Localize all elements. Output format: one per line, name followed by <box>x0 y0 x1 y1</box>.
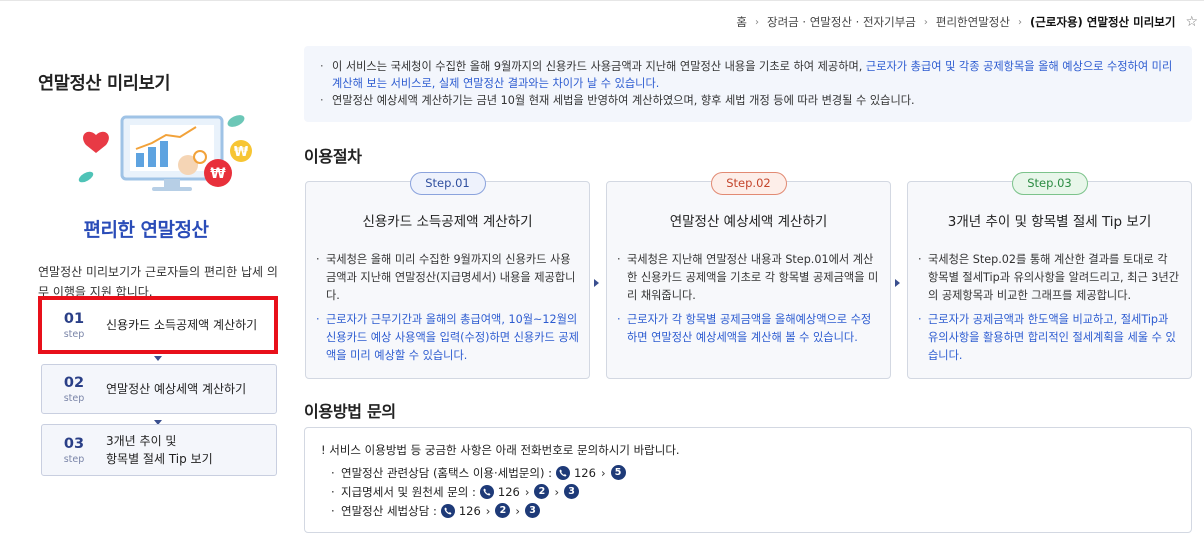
step-02-button[interactable]: 02 step 연말정산 예상세액 계산하기 <box>41 364 277 414</box>
contact-label: 연말정산 관련상담 (홈택스 이용·세법문의) : <box>341 465 552 480</box>
step-card-item-highlight: · 근로자가 각 항목별 공제금액을 올해예상액으로 수정하면 연말정산 예상세액… <box>617 313 872 344</box>
step-card-02: Step.02 연말정산 예상세액 계산하기 · 국세청은 지난해 연말정산 내용… <box>606 172 891 379</box>
step-card-item-highlight: · 근로자가 공제금액과 한도액을 비교하고, 절세Tip과 유의사항을 활용하면… <box>918 313 1176 362</box>
contact-line: · 연말정산 관련상담 (홈택스 이용·세법문의) : 126 › 5 <box>321 463 1175 482</box>
option-number: 2 <box>534 484 550 499</box>
notice-item: · 이 서비스는 국세청이 수집한 올해 9월까지의 신용카드 사용금액과 지난… <box>320 60 1173 90</box>
inquiry-box: ! 서비스 이용방법 등 궁금한 사항은 아래 전화번호로 문의하시기 바랍니다… <box>304 427 1192 533</box>
breadcrumb-home[interactable]: 홈 <box>736 14 747 30</box>
phone-icon <box>555 465 570 480</box>
step-number: 02 step <box>42 375 106 404</box>
step-card-body: · 국세청은 올해 미리 수집한 9월까지의 신용카드 사용금액과 지난해 연말정… <box>316 251 579 365</box>
step-card-item-highlight: · 근로자가 근무기간과 올해의 총급여액, 10월~12월의 신용카드 예상 사… <box>316 313 579 362</box>
option-number: 2 <box>495 503 511 518</box>
svg-text:₩: ₩ <box>210 166 226 182</box>
step-card-item: · 국세청은 올해 미리 수집한 9월까지의 신용카드 사용금액과 지난해 연말정… <box>316 253 576 302</box>
breadcrumb-current: (근로자용) 연말정산 미리보기 <box>1029 15 1176 29</box>
step-pill: Step.03 <box>1011 172 1088 195</box>
step-pill: Step.01 <box>409 172 486 195</box>
contact-label: 지급명세서 및 원천세 문의 : <box>341 484 476 499</box>
breadcrumb-item[interactable]: 편리한연말정산 <box>936 14 1010 30</box>
step-01-button[interactable]: 01 step 신용카드 소득공제액 계산하기 <box>38 296 278 354</box>
step-number-value: 02 <box>63 374 85 391</box>
step-card-title: 3개년 추이 및 항목별 절세 Tip 보기 <box>947 214 1152 230</box>
step-card-item: · 국세청은 지난해 연말정산 내용과 Step.01에서 계산한 신용카드 공제… <box>617 253 879 302</box>
calculator-illustration: ₩ ₩ <box>76 107 276 207</box>
notice-box: · 이 서비스는 국세청이 수집한 올해 9월까지의 신용카드 사용금액과 지난… <box>304 46 1192 122</box>
procedure-title: 이용절차 <box>304 147 362 166</box>
svg-text:₩: ₩ <box>234 145 249 160</box>
step-number-value: 03 <box>63 435 85 452</box>
step-number: 01 step <box>42 311 106 340</box>
notice-text: 이 서비스는 국세청이 수집한 올해 9월까지의 신용카드 사용금액과 지난해 … <box>332 60 866 73</box>
chevron-right-icon: › <box>923 16 928 28</box>
step-card-title: 신용카드 소득공제액 계산하기 <box>362 214 533 230</box>
breadcrumb: 홈 › 장려금 · 연말정산 · 전자기부금 › 편리한연말정산 › (근로자용… <box>734 14 1198 30</box>
step-word: step <box>63 328 85 340</box>
top-divider <box>0 0 1204 4</box>
phone-icon <box>479 484 494 499</box>
favorite-star-icon[interactable]: ☆ <box>1185 14 1198 30</box>
step-card-item: · 국세청은 Step.02를 통해 계산한 결과를 토대로 각 항목별 절세Ti… <box>918 253 1180 302</box>
step-card-body: · 국세청은 지난해 연말정산 내용과 Step.01에서 계산한 신용카드 공제… <box>617 251 880 347</box>
arrow-down-icon <box>154 356 162 361</box>
chevron-right-icon: › <box>754 16 759 28</box>
contact-line: · 연말정산 세법상담 : 126 › 2 › 3 <box>321 501 1175 520</box>
step-number: 03 step <box>42 436 106 465</box>
phone-icon <box>440 503 455 518</box>
step-label: 신용카드 소득공제액 계산하기 <box>106 318 258 332</box>
step-label: 3개년 추이 및 항목별 절세 Tip 보기 <box>106 432 213 468</box>
notice-text: 연말정산 예상세액 계산하기는 금년 10월 현재 세법을 반영하여 계산하였으… <box>332 94 915 107</box>
inquiry-title: 이용방법 문의 <box>304 402 396 421</box>
option-number: 5 <box>610 465 626 480</box>
phone-number: 126 <box>573 465 596 480</box>
option-number: 3 <box>564 484 580 499</box>
arrow-right-icon <box>594 279 599 287</box>
sidebar-title: 연말정산 미리보기 <box>38 74 171 94</box>
option-number: 3 <box>525 503 540 518</box>
step-card-03: Step.03 3개년 추이 및 항목별 절세 Tip 보기 · 국세청은 Ste… <box>907 172 1192 379</box>
contact-line: · 지급명세서 및 원천세 문의 : 126 › 2 › 3 <box>321 482 1175 501</box>
step-card-title: 연말정산 예상세액 계산하기 <box>669 214 828 230</box>
step-card-body: · 국세청은 Step.02를 통해 계산한 결과를 토대로 각 항목별 절세Ti… <box>918 251 1181 365</box>
step-card-01: Step.01 신용카드 소득공제액 계산하기 · 국세청은 올해 미리 수집한 … <box>305 172 590 379</box>
step-label: 연말정산 예상세액 계산하기 <box>106 382 247 396</box>
sidebar: 연말정산 미리보기 ₩ ₩ 편리한 연말정산 연말정산 미리보기가 근로자들의 … <box>38 70 278 302</box>
step-word: step <box>63 453 85 465</box>
breadcrumb-item[interactable]: 장려금 · 연말정산 · 전자기부금 <box>767 14 916 30</box>
sidebar-brand: 편리한 연말정산 <box>83 219 209 241</box>
step-navigation: 01 step 신용카드 소득공제액 계산하기 02 step 연말정산 예상세… <box>38 296 278 476</box>
phone-number: 126 <box>458 503 481 518</box>
step-label-line: 3개년 추이 및 <box>106 434 177 448</box>
phone-number: 126 <box>497 484 520 499</box>
inquiry-head: ! 서비스 이용방법 등 궁금한 사항은 아래 전화번호로 문의하시기 바랍니다… <box>321 443 680 457</box>
step-label-line: 항목별 절세 Tip 보기 <box>106 452 213 466</box>
arrow-right-icon <box>895 279 900 287</box>
step-03-button[interactable]: 03 step 3개년 추이 및 항목별 절세 Tip 보기 <box>41 424 277 476</box>
notice-item: · 연말정산 예상세액 계산하기는 금년 10월 현재 세법을 반영하여 계산하… <box>320 94 915 107</box>
chevron-right-icon: › <box>1017 16 1022 28</box>
step-word: step <box>63 392 85 404</box>
contact-label: 연말정산 세법상담 : <box>341 503 437 518</box>
step-pill: Step.02 <box>710 172 787 195</box>
step-number-value: 01 <box>63 310 85 327</box>
